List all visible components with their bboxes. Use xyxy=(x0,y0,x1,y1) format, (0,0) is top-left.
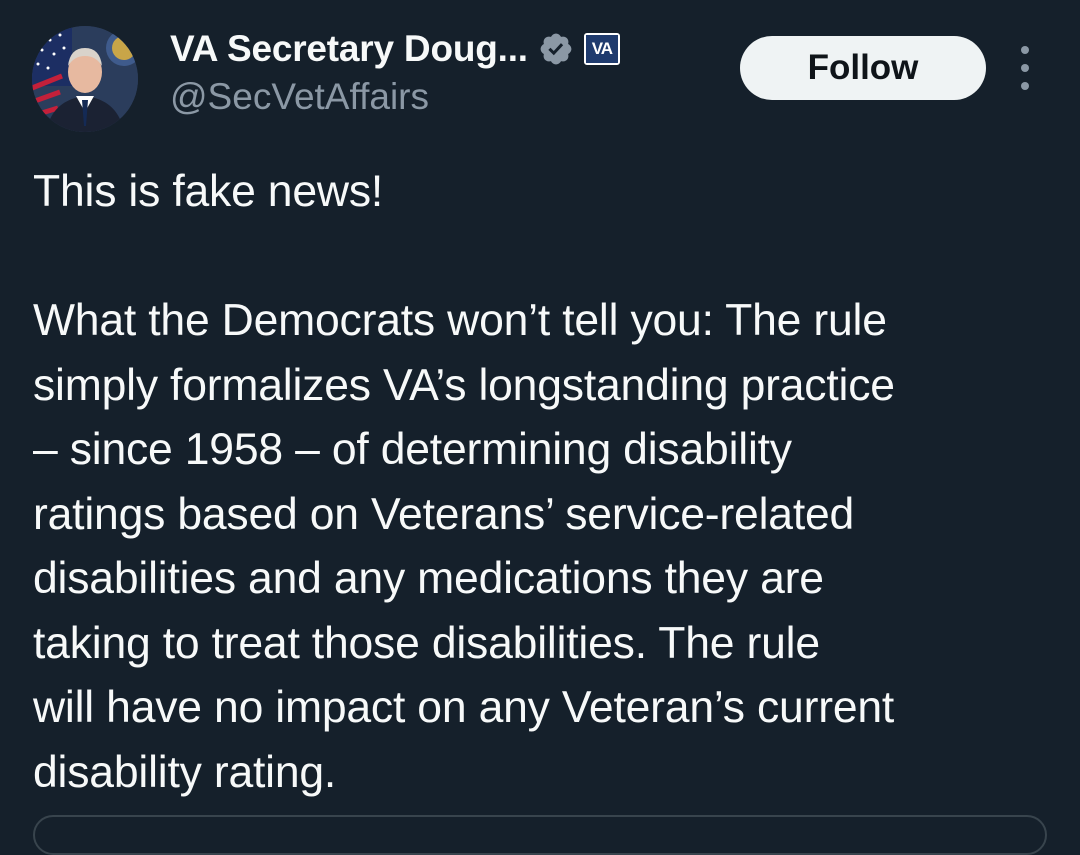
user-handle[interactable]: @SecVetAffairs xyxy=(170,76,429,118)
tweet-line: taking to treat those disabilities. The … xyxy=(33,618,820,668)
tweet-line: What the Democrats won’t tell you: The r… xyxy=(33,296,887,345)
tweet-post: VA Secretary Doug... VA @SecVetAffairs F… xyxy=(0,0,1080,855)
more-dot xyxy=(1021,64,1029,72)
more-options-icon[interactable] xyxy=(1010,46,1040,90)
tweet-line: disabilities and any medications they ar… xyxy=(33,554,824,603)
avatar-photo-icon xyxy=(32,26,138,132)
tweet-line: – since 1958 – of determining disability xyxy=(33,425,792,474)
tweet-line: disability rating. xyxy=(33,747,337,797)
more-dot xyxy=(1021,82,1029,90)
affiliation-badge[interactable]: VA xyxy=(583,33,620,65)
more-dot xyxy=(1021,46,1029,54)
tweet-line: ratings based on Veterans’ service-relat… xyxy=(33,489,855,539)
avatar[interactable] xyxy=(32,26,138,132)
tweet-line: will have no impact on any Veteran’s cur… xyxy=(33,683,895,732)
follow-button[interactable]: Follow xyxy=(740,36,986,100)
affiliation-badge-label: VA xyxy=(585,35,618,63)
display-name[interactable]: VA Secretary Doug... xyxy=(170,28,528,70)
tweet-line: simply formalizes VA’s longstanding prac… xyxy=(33,360,895,410)
tweet-text: This is fake news! What the Democrats wo… xyxy=(33,160,1063,805)
author-name-row: VA Secretary Doug... VA xyxy=(170,26,620,72)
quoted-card-edge[interactable] xyxy=(33,815,1047,855)
tweet-line: This is fake news! xyxy=(33,167,384,216)
verified-badge-icon xyxy=(540,33,572,65)
